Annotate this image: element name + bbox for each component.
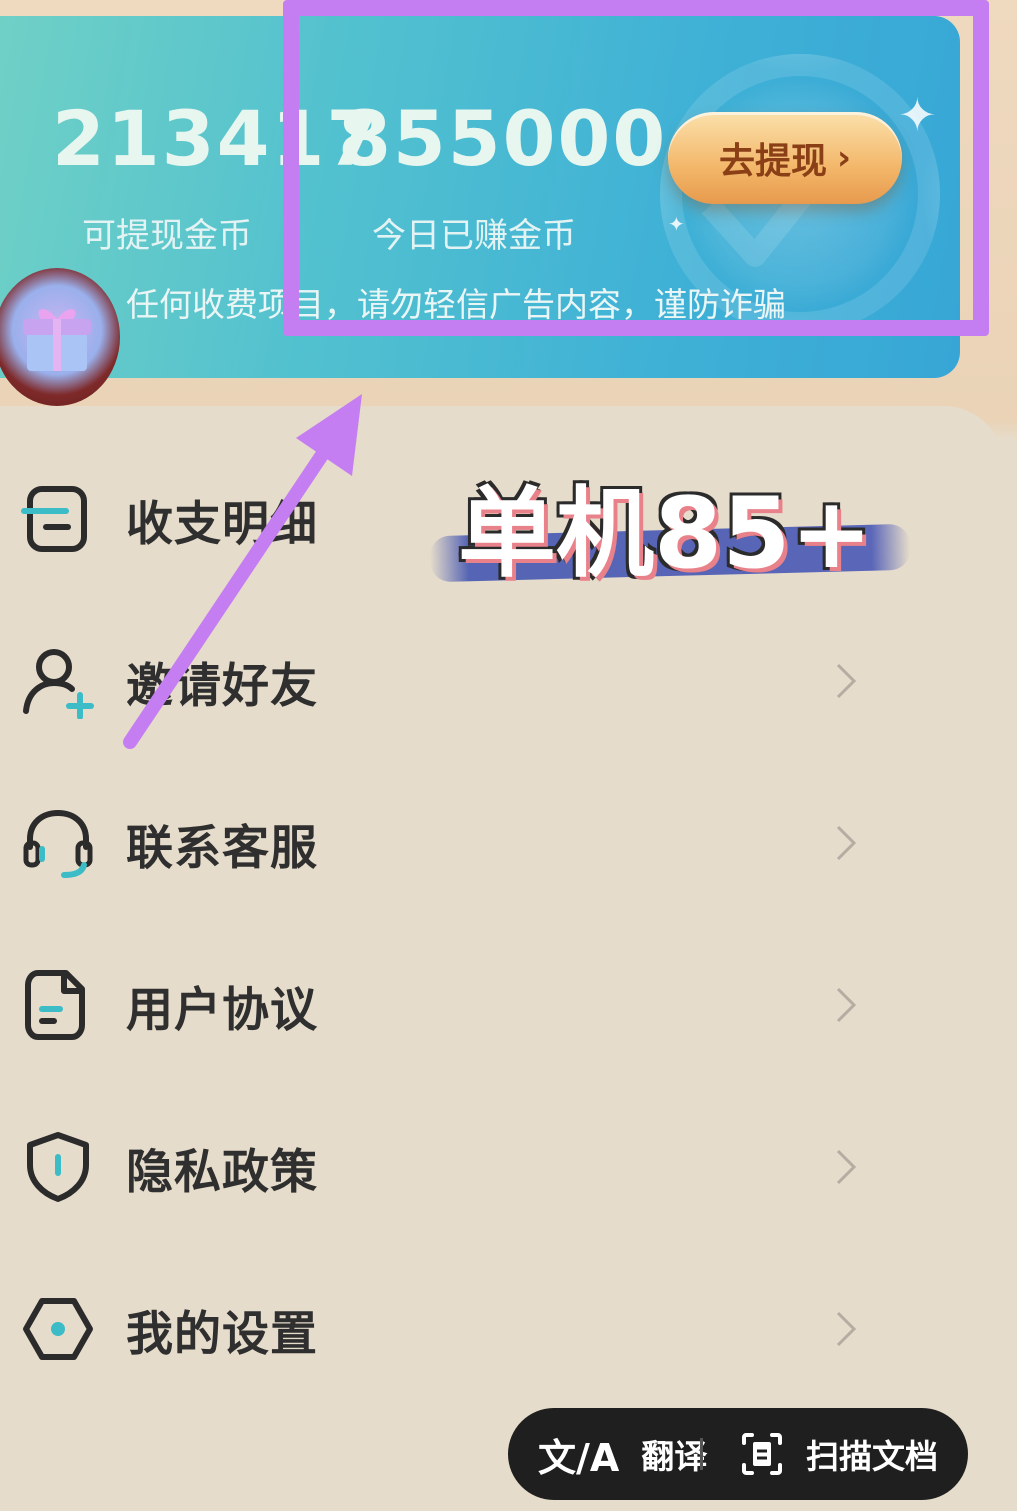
promo-overlay: 单机85+	[429, 452, 930, 602]
withdrawable-coins-label: 可提现金币	[82, 216, 252, 256]
menu-item-label: 用户协议	[126, 982, 318, 1038]
translate-icon: 文/A	[538, 1435, 620, 1480]
menu-item-label: 我的设置	[126, 1306, 318, 1362]
menu-item-privacy-policy[interactable]: 隐私政策	[0, 1092, 1004, 1242]
chevron-right-icon	[836, 1149, 857, 1185]
annotation-arrow	[123, 394, 362, 749]
gift-icon	[23, 309, 91, 371]
chevron-right-icon	[836, 663, 857, 699]
chevron-right-icon	[836, 987, 857, 1023]
chevron-right-icon	[836, 825, 857, 861]
menu-item-my-settings[interactable]: 我的设置	[0, 1254, 1004, 1404]
menu-item-label: 隐私政策	[126, 1144, 318, 1200]
headset-icon	[23, 809, 93, 878]
scan-document-button[interactable]: 扫描文档	[740, 1408, 938, 1500]
translate-button[interactable]: 文/A 翻译	[538, 1408, 707, 1500]
scan-document-icon	[742, 1433, 782, 1475]
settings-icon	[23, 1298, 93, 1360]
menu-item-user-agreement[interactable]: 用户协议	[0, 930, 1004, 1080]
toolbar-divider	[700, 1438, 703, 1470]
highlight-annotation-box	[283, 0, 989, 336]
floating-toolbar: 文/A 翻译 扫描文档	[508, 1408, 968, 1500]
menu-item-contact-support[interactable]: 联系客服	[0, 768, 1004, 918]
ledger-icon	[21, 486, 87, 552]
promo-text: 单机85+	[458, 477, 873, 591]
translate-label: 翻译	[641, 1437, 708, 1476]
menu-item-label: 联系客服	[126, 820, 318, 876]
gift-badge[interactable]	[0, 268, 120, 406]
chevron-right-icon	[836, 1311, 857, 1347]
add-user-icon	[23, 649, 94, 719]
document-icon	[25, 970, 85, 1040]
shield-icon	[27, 1132, 89, 1202]
scan-document-label: 扫描文档	[806, 1437, 938, 1476]
